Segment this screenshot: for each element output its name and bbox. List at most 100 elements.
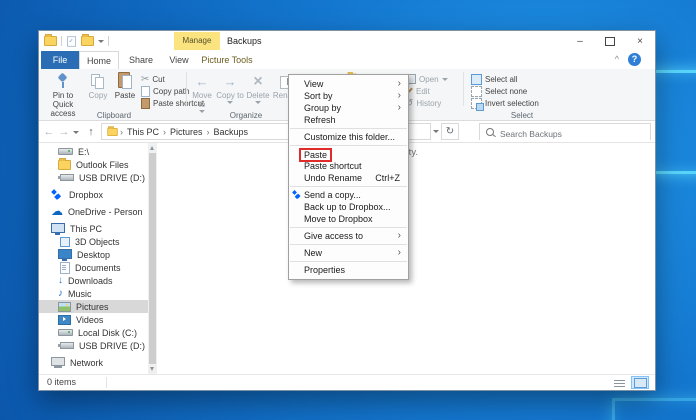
button-label: Select all	[485, 75, 517, 84]
sidebar-item-3d-objects[interactable]: 3D Objects	[39, 235, 157, 248]
menu-item-new[interactable]: New›	[289, 247, 408, 259]
help-icon[interactable]: ?	[628, 53, 641, 66]
sidebar-item-label: Outlook Files	[76, 160, 129, 170]
delete-button[interactable]: × Delete	[244, 71, 272, 104]
button-label: Copy to	[216, 91, 244, 100]
sidebar-item-downloads[interactable]: Downloads	[39, 274, 157, 287]
history-button[interactable]: History	[405, 97, 441, 109]
move-to-button[interactable]: ← Move to	[188, 71, 216, 113]
sidebar-item-network[interactable]: Network	[39, 356, 157, 369]
forward-button[interactable]: →	[57, 121, 71, 143]
recent-locations-chevron-icon[interactable]	[71, 121, 81, 143]
sidebar-item-usb-drive-2[interactable]: USB DRIVE (D:)	[39, 339, 157, 352]
back-button[interactable]: ←	[41, 121, 57, 143]
refresh-icon[interactable]: ↻	[441, 123, 459, 140]
usb-drive-icon	[60, 174, 74, 181]
invert-selection-button[interactable]: Invert selection	[471, 97, 539, 109]
breadcrumb-this-pc[interactable]: This PC	[124, 127, 162, 137]
sidebar-item-documents[interactable]: Documents	[39, 261, 157, 274]
sidebar-item-videos[interactable]: Videos	[39, 313, 157, 326]
search-input[interactable]	[480, 127, 650, 142]
menu-item-sort-by[interactable]: Sort by›	[289, 90, 408, 102]
menu-item-move-to-dropbox[interactable]: Move to Dropbox	[289, 213, 408, 225]
menu-item-back-up-to-dropbox[interactable]: Back up to Dropbox...	[289, 201, 408, 213]
menu-item-customize-folder[interactable]: Customize this folder...	[289, 131, 408, 143]
select-none-button[interactable]: Select none	[471, 85, 527, 97]
pictures-icon	[58, 302, 71, 312]
scrollbar-thumb[interactable]	[149, 153, 156, 364]
sidebar-item-label: Network	[70, 358, 103, 368]
scroll-down-icon[interactable]	[150, 367, 154, 371]
menu-item-label: Give access to	[304, 231, 363, 241]
scroll-up-icon[interactable]	[150, 146, 154, 150]
details-view-button[interactable]	[610, 376, 628, 389]
cut-button[interactable]: Cut	[141, 73, 165, 85]
folder-icon	[107, 128, 117, 136]
tab-picture-tools[interactable]: Picture Tools	[197, 51, 257, 69]
sidebar-item-onedrive[interactable]: OneDrive - Person	[39, 205, 157, 218]
delete-icon: ×	[253, 74, 262, 89]
items-count: 0 items	[47, 375, 76, 390]
properties-quick-icon[interactable]	[67, 36, 76, 46]
ribbon-tab-row: File Home Share View Picture Tools ^ ?	[39, 51, 655, 70]
videos-icon	[58, 315, 71, 325]
customize-toolbar-chevron-icon[interactable]	[98, 40, 104, 43]
tab-file[interactable]: File	[41, 51, 79, 69]
status-divider	[106, 377, 107, 388]
toolbar-separator	[108, 36, 109, 46]
sidebar-item-label: 3D Objects	[75, 237, 120, 247]
sidebar-item-label: Documents	[75, 263, 121, 273]
menu-item-group-by[interactable]: Group by›	[289, 102, 408, 114]
menu-item-view[interactable]: View›	[289, 78, 408, 90]
up-button[interactable]: ↑	[83, 121, 99, 143]
sidebar-item-outlook-files[interactable]: Outlook Files	[39, 158, 157, 171]
menu-item-undo-rename[interactable]: Undo RenameCtrl+Z	[289, 172, 408, 184]
sidebar-item-label: USB DRIVE (D:)	[79, 341, 145, 351]
file-explorer-window: Manage Backups – × File Home Share View …	[38, 30, 656, 391]
chevron-down-icon	[227, 101, 233, 104]
tab-home[interactable]: Home	[79, 51, 119, 69]
copy-path-icon	[141, 86, 150, 97]
tab-view[interactable]: View	[161, 51, 197, 69]
select-all-button[interactable]: Select all	[471, 73, 517, 85]
thumbnail-view-button[interactable]	[631, 376, 649, 389]
sidebar-item-music[interactable]: Music	[39, 287, 157, 300]
sidebar-item-local-disk[interactable]: Local Disk (C:)	[39, 326, 157, 339]
button-label: History	[416, 99, 441, 108]
sidebar-item-usb-drive[interactable]: USB DRIVE (D:)	[39, 171, 157, 184]
sidebar-item-e-drive[interactable]: E:\	[39, 145, 157, 158]
sidebar-item-this-pc[interactable]: This PC	[39, 222, 157, 235]
submenu-chevron-icon: ›	[398, 90, 401, 102]
breadcrumb-pictures[interactable]: Pictures	[167, 127, 206, 137]
menu-item-paste-shortcut[interactable]: Paste shortcut	[289, 160, 408, 172]
paste-button[interactable]: Paste	[111, 71, 139, 100]
paste-shortcut-icon	[141, 98, 150, 109]
new-folder-quick-icon[interactable]	[81, 36, 94, 46]
sidebar-item-desktop[interactable]: Desktop	[39, 248, 157, 261]
copy-to-button[interactable]: → Copy to	[216, 71, 244, 104]
collapse-ribbon-icon[interactable]: ^	[615, 54, 619, 64]
copy-path-button[interactable]: Copy path	[141, 85, 189, 97]
close-button[interactable]: ×	[625, 31, 655, 51]
minimize-button[interactable]: –	[565, 31, 595, 51]
maximize-button[interactable]	[595, 31, 625, 51]
copy-button[interactable]: Copy	[85, 71, 111, 100]
menu-item-properties[interactable]: Properties	[289, 264, 408, 276]
menu-item-give-access-to[interactable]: Give access to›	[289, 230, 408, 242]
menu-item-refresh[interactable]: Refresh	[289, 114, 408, 126]
address-dropdown-chevron-icon[interactable]	[433, 130, 439, 133]
menu-item-send-a-copy[interactable]: Send a copy...	[289, 189, 408, 201]
open-button[interactable]: Open	[405, 73, 448, 85]
menu-item-label: Send a copy...	[304, 190, 361, 200]
sidebar-item-dropbox[interactable]: Dropbox	[39, 188, 157, 201]
sidebar-item-pictures[interactable]: Pictures	[39, 300, 157, 313]
breadcrumb-backups[interactable]: Backups	[211, 127, 252, 137]
sidebar-scrollbar[interactable]	[148, 143, 157, 374]
tab-share[interactable]: Share	[121, 51, 161, 69]
ribbon-group-select: Select all Select none Invert selection …	[467, 69, 577, 121]
select-all-icon	[471, 74, 482, 85]
menu-item-paste[interactable]: Paste	[289, 148, 408, 160]
move-to-icon: ←	[196, 75, 209, 89]
menu-separator	[290, 227, 407, 228]
sidebar-item-label: Videos	[76, 315, 103, 325]
